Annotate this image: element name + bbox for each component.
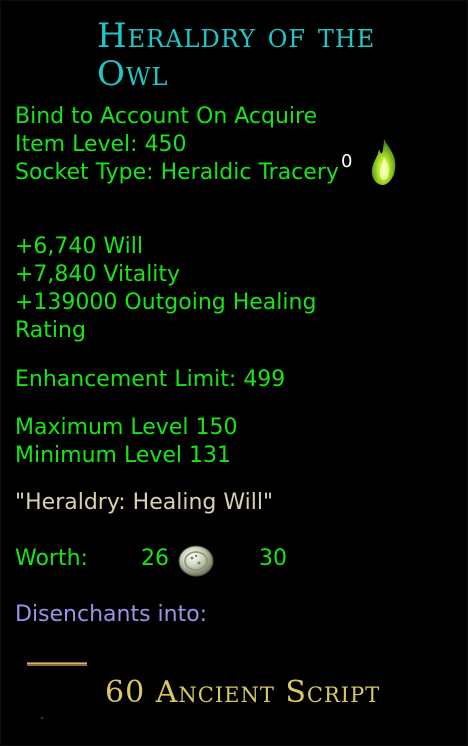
item-level-text: Item Level: 450 — [15, 132, 187, 157]
silver-coin-icon — [178, 545, 214, 577]
stat-vitality: +7,840 Vitality — [15, 262, 181, 287]
stat-healing-rating: Rating — [15, 318, 86, 343]
stat-healing: +139000 Outgoing Healing — [15, 290, 317, 315]
socket-type-text: Socket Type: Heraldic Tracery — [15, 160, 339, 185]
worth-silver: 26 — [141, 546, 169, 571]
disenchant-label: Disenchants into: — [15, 602, 208, 627]
disenchant-reward: 60 Ancient Script — [105, 675, 381, 710]
green-flame-icon — [371, 139, 396, 185]
binding-text: Bind to Account On Acquire — [15, 104, 318, 129]
item-tooltip: Heraldry of the Owl Bind to Account On A… — [0, 0, 468, 746]
item-title: Heraldry of the Owl — [97, 16, 376, 94]
worth-copper: 30 — [259, 546, 287, 571]
stat-will: +6,740 Will — [15, 234, 144, 259]
min-level: Minimum Level 131 — [15, 443, 232, 468]
worth-label: Worth: — [15, 546, 88, 571]
ancient-script-icon — [27, 657, 89, 719]
max-level: Maximum Level 150 — [15, 415, 238, 440]
item-description: "Heraldry: Healing Will" — [15, 490, 274, 515]
socket-count: 0 — [341, 151, 353, 172]
enhancement-limit: Enhancement Limit: 499 — [15, 367, 286, 392]
